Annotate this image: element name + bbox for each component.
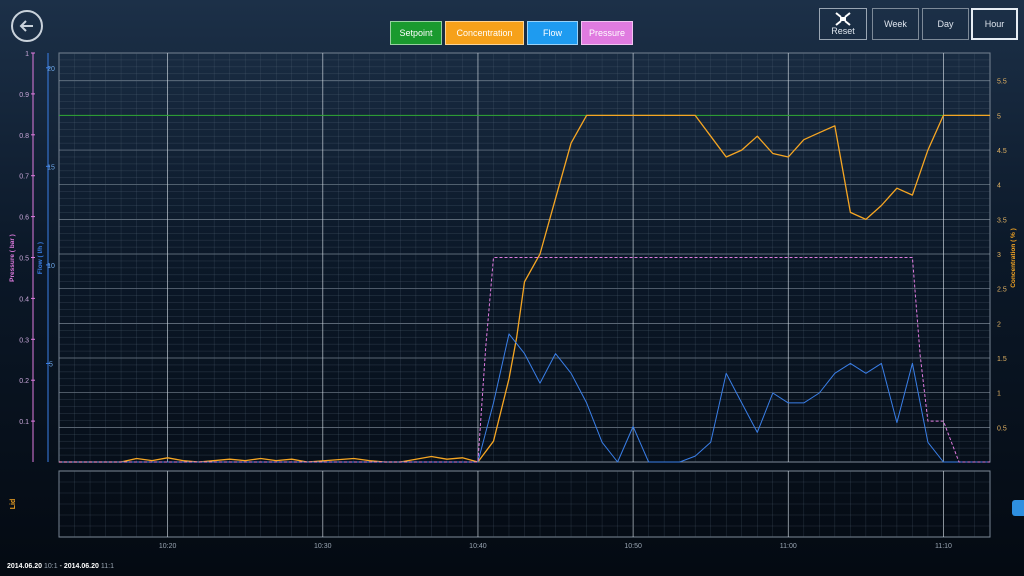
flow-tick-label: 15 — [47, 164, 55, 171]
x-tick-label: 11:00 — [780, 543, 797, 550]
start-time: 10:1 — [44, 563, 58, 570]
pressure-tick-label: 0.8 — [19, 133, 29, 140]
time-range-readout: 2014.06.20 10:1 - 2014.06.20 11:1 — [7, 563, 114, 570]
x-tick-label: 10:40 — [469, 543, 487, 550]
lower-panel-title: Lid — [10, 499, 17, 510]
x-tick-label: 10:20 — [159, 543, 177, 550]
concentration-tick-label: 3 — [997, 252, 1001, 259]
range-separator: - — [59, 563, 62, 570]
pressure-tick-label: 0.5 — [19, 256, 29, 263]
flow-tick-label: 5 — [49, 361, 53, 368]
pressure-tick-label: 0.2 — [19, 378, 29, 385]
concentration-tick-label: 5.5 — [997, 79, 1007, 86]
concentration-tick-label: 4 — [997, 183, 1001, 190]
concentration-tick-label: 1 — [997, 391, 1001, 398]
flow-tick-label: 10 — [47, 263, 55, 270]
concentration-axis-title: Concentration ( % ) — [1010, 228, 1017, 288]
concentration-tick-label: 2.5 — [997, 287, 1007, 294]
pressure-tick-label: 0.4 — [19, 296, 29, 303]
concentration-tick-label: 4.5 — [997, 148, 1007, 155]
start-date: 2014.06.20 — [7, 563, 43, 570]
x-tick-label: 10:50 — [624, 543, 642, 550]
pressure-tick-label: 1 — [25, 51, 29, 58]
concentration-tick-label: 3.5 — [997, 217, 1007, 224]
concentration-tick-label: 5 — [997, 113, 1001, 120]
pressure-tick-label: 0.9 — [19, 92, 29, 99]
concentration-tick-label: 2 — [997, 321, 1001, 328]
flow-tick-label: 20 — [47, 66, 55, 73]
concentration-tick-label: 1.5 — [997, 356, 1007, 363]
end-date: 2014.06.20 — [63, 563, 99, 570]
x-tick-label: 10:30 — [314, 543, 332, 550]
flow-axis-title: Flow ( l/h ) — [37, 242, 44, 274]
pressure-tick-label: 0.3 — [19, 337, 29, 344]
side-panel-icon[interactable] — [1012, 500, 1024, 516]
pressure-tick-label: 0.1 — [19, 419, 29, 426]
concentration-tick-label: 0.5 — [997, 425, 1007, 432]
pressure-tick-label: 0.7 — [19, 174, 29, 181]
trend-chart: 0.10.20.30.40.50.60.70.80.9151015200.511… — [9, 51, 1017, 550]
pressure-axis-title: Pressure ( bar ) — [9, 234, 16, 282]
pressure-tick-label: 0.6 — [19, 215, 29, 222]
end-time: 11:1 — [100, 563, 114, 570]
x-tick-label: 11:10 — [935, 543, 952, 550]
